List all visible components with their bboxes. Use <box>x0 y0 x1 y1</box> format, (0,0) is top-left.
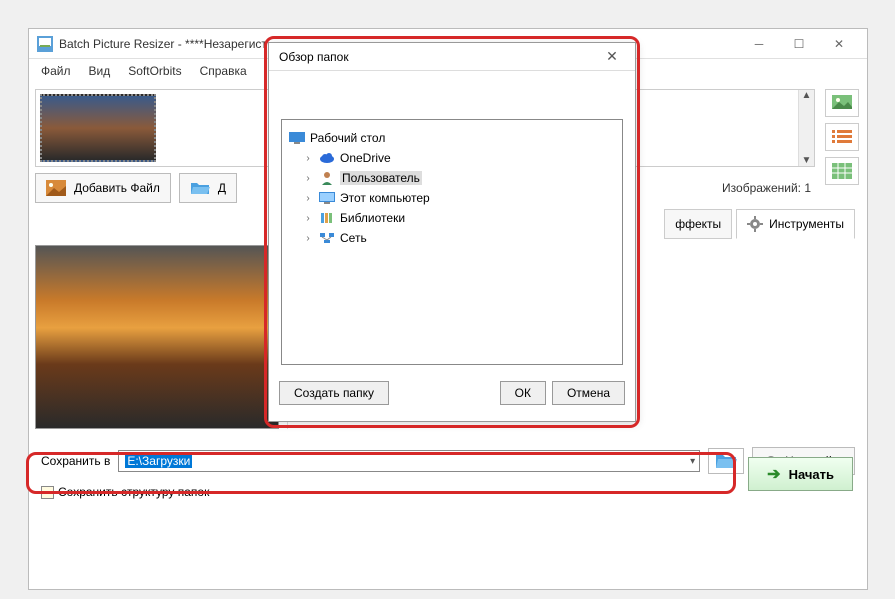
tree-item[interactable]: › Пользователь <box>288 168 616 188</box>
picture-icon <box>46 180 66 196</box>
tab-effects[interactable]: ффекты <box>664 209 732 239</box>
keep-structure-checkbox[interactable] <box>41 486 54 499</box>
dialog-title: Обзор папок <box>279 50 349 64</box>
save-row: Сохранить в E:\Загрузки ▾ Настройки <box>35 443 861 479</box>
expand-icon[interactable]: › <box>302 173 314 184</box>
tree-item[interactable]: › OneDrive <box>288 148 616 168</box>
minimize-button[interactable]: ─ <box>739 30 779 58</box>
view-grid-button[interactable] <box>825 157 859 185</box>
expand-icon[interactable]: › <box>302 153 314 164</box>
maximize-button[interactable]: ☐ <box>779 30 819 58</box>
save-path-value: E:\Загрузки <box>125 454 192 468</box>
create-folder-button[interactable]: Создать папку <box>279 381 389 405</box>
arrow-right-icon: ➔ <box>767 464 780 484</box>
menu-softorbits[interactable]: SoftOrbits <box>120 61 189 81</box>
tree-item[interactable]: › Библиотеки <box>288 208 616 228</box>
add-folder-label: Д <box>218 181 226 195</box>
tab-tools[interactable]: Инструменты <box>736 209 855 239</box>
folder-icon <box>715 452 737 470</box>
expand-icon[interactable]: › <box>302 193 314 204</box>
close-button[interactable]: ✕ <box>819 30 859 58</box>
view-thumbnails-button[interactable] <box>825 89 859 117</box>
preview-image[interactable] <box>35 245 279 429</box>
menu-view[interactable]: Вид <box>81 61 119 81</box>
thumbnail-item[interactable] <box>40 94 156 162</box>
thumbnail-scrollbar[interactable]: ▲▼ <box>798 90 814 166</box>
add-file-button[interactable]: Добавить Файл <box>35 173 171 203</box>
image-count-label: Изображений: 1 <box>722 181 811 195</box>
desktop-icon <box>288 131 306 145</box>
add-file-label: Добавить Файл <box>74 181 160 195</box>
menu-file[interactable]: Файл <box>33 61 79 81</box>
keep-structure-row: Сохранить структуру папок <box>35 485 861 499</box>
ok-button[interactable]: ОК <box>500 381 546 405</box>
menu-help[interactable]: Справка <box>192 61 255 81</box>
dialog-titlebar: Обзор папок ✕ <box>269 43 635 71</box>
gear-icon <box>747 216 763 232</box>
add-folder-button[interactable]: Д <box>179 173 237 203</box>
monitor-icon <box>318 191 336 205</box>
cancel-button[interactable]: Отмена <box>552 381 625 405</box>
keep-structure-label: Сохранить структуру папок <box>58 485 209 499</box>
chevron-down-icon[interactable]: ▾ <box>690 456 695 467</box>
app-icon <box>37 36 53 52</box>
folder-tree[interactable]: Рабочий стол › OneDrive › Пользователь ›… <box>281 119 623 365</box>
dialog-close-button[interactable]: ✕ <box>599 48 625 65</box>
tree-item[interactable]: › Этот компьютер <box>288 188 616 208</box>
expand-icon[interactable]: › <box>302 213 314 224</box>
start-button[interactable]: ➔ Начать <box>748 457 853 491</box>
browse-folder-button[interactable] <box>708 448 744 474</box>
save-path-input[interactable]: E:\Загрузки ▾ <box>118 450 700 472</box>
library-icon <box>318 211 336 225</box>
tree-root[interactable]: Рабочий стол <box>288 128 616 148</box>
cloud-icon <box>318 151 336 165</box>
tree-item[interactable]: › Сеть <box>288 228 616 248</box>
network-icon <box>318 231 336 245</box>
dialog-button-row: Создать папку ОК Отмена <box>269 375 635 411</box>
user-icon <box>318 171 336 185</box>
folder-open-icon <box>190 180 210 196</box>
save-to-label: Сохранить в <box>41 454 110 468</box>
folder-browser-dialog: Обзор папок ✕ Рабочий стол › OneDrive › … <box>268 42 636 422</box>
side-toolbar <box>825 89 861 185</box>
expand-icon[interactable]: › <box>302 233 314 244</box>
view-list-button[interactable] <box>825 123 859 151</box>
